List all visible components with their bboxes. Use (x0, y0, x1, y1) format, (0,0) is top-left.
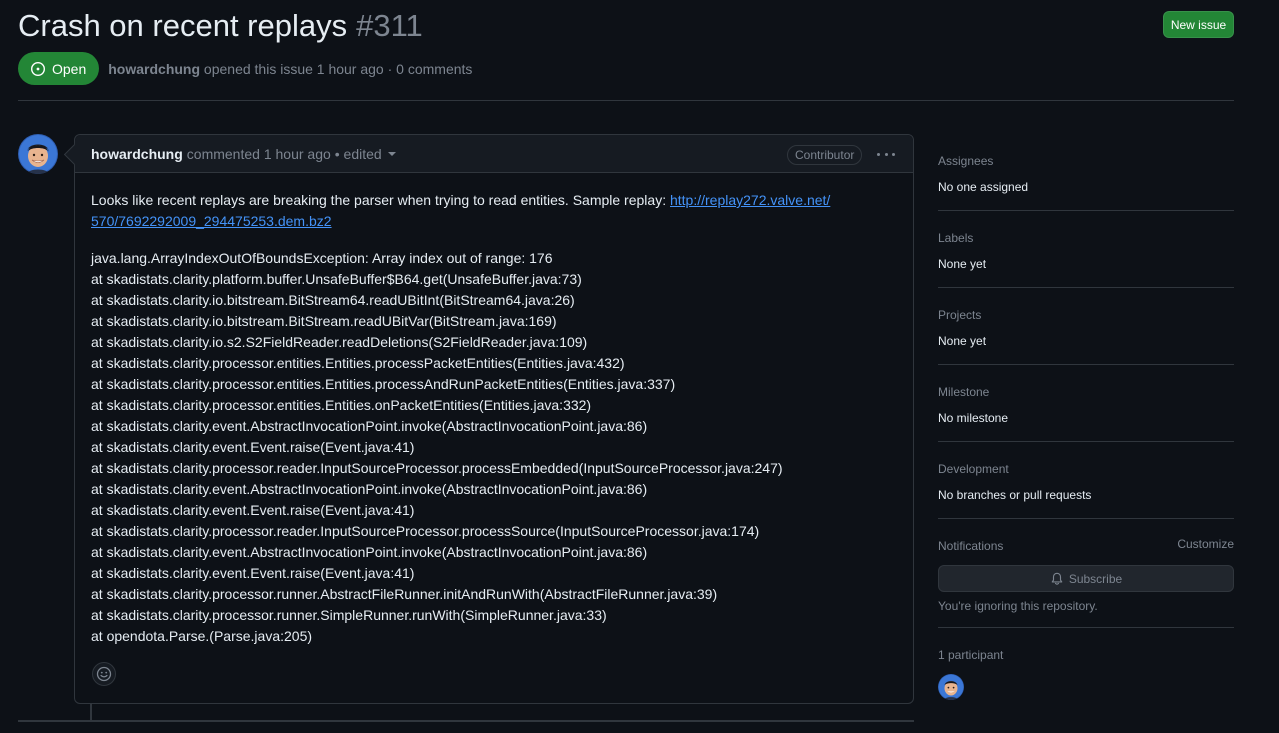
smiley-icon (96, 666, 112, 682)
development-value: No branches or pull requests (938, 488, 1092, 502)
avatar-image (18, 134, 58, 174)
issue-title: Crash on recent replays (18, 8, 348, 43)
sample-replay-link[interactable]: http://replay272.valve.net/ (670, 192, 830, 208)
assignees-value: No one assigned (938, 180, 1029, 194)
stack-trace-line: at skadistats.clarity.event.AbstractInvo… (91, 544, 648, 560)
sidebar-development[interactable]: Development No branches or pull requests (938, 460, 1234, 504)
sidebar-divider (938, 627, 1234, 628)
state-badge: Open (18, 52, 100, 85)
stack-trace-line: at opendota.Parse.(Parse.java:205) (91, 628, 313, 644)
sidebar-divider (938, 441, 1234, 442)
triangle-down-icon[interactable] (387, 151, 396, 156)
stack-trace-line: at skadistats.clarity.event.Event.raise(… (91, 439, 415, 455)
comment-timestamp[interactable]: commented 1 hour ago (187, 146, 331, 162)
sidebar-notifications: Notifications Customize Subscribe You're… (938, 537, 1234, 617)
sidebar-divider (938, 518, 1234, 519)
state-label: Open (52, 60, 87, 77)
timeline-divider (18, 720, 914, 722)
kebab-dot (892, 152, 895, 156)
stack-trace-line: at skadistats.clarity.processor.reader.I… (91, 460, 783, 476)
stack-trace-line: at skadistats.clarity.processor.entities… (91, 355, 625, 371)
participants-heading: 1 participant (938, 648, 1004, 662)
subscribe-label: Subscribe (1068, 571, 1123, 586)
issue-title-row: Crash on recent replays #311 (18, 8, 423, 44)
issue-comment: howardchung commented 1 hour ago • edite… (74, 134, 914, 704)
comment-edited[interactable]: • edited (335, 146, 382, 162)
sidebar-assignees[interactable]: Assignees No one assigned (938, 152, 1234, 196)
comment-header: howardchung commented 1 hour ago • edite… (75, 135, 913, 173)
participant-avatar[interactable] (938, 674, 964, 700)
sidebar-labels[interactable]: Labels None yet (938, 229, 1234, 273)
sidebar-projects[interactable]: Projects None yet (938, 306, 1234, 350)
stack-trace-line: at skadistats.clarity.processor.entities… (91, 397, 592, 413)
comment-intro-paragraph: Looks like recent replays are breaking t… (91, 190, 899, 232)
stack-trace-line: at skadistats.clarity.io.s2.S2FieldReade… (91, 334, 588, 350)
stack-trace-line: java.lang.ArrayIndexOutOfBoundsException… (91, 250, 553, 266)
stack-trace-line: at skadistats.clarity.processor.runner.A… (91, 586, 718, 602)
sidebar-divider (938, 210, 1234, 211)
subscribe-button[interactable]: Subscribe (938, 565, 1234, 592)
issue-meta-suffix: opened this issue 1 hour ago · 0 comment… (203, 60, 473, 77)
issue-meta: Open howardchung opened this issue 1 hou… (18, 52, 472, 85)
milestone-value: No milestone (938, 411, 1009, 425)
milestone-heading[interactable]: Milestone (938, 383, 1234, 401)
projects-heading[interactable]: Projects (938, 306, 1234, 324)
sample-replay-link-continued[interactable]: 570/7692292009_294475253.dem.bz2 (91, 213, 332, 229)
customize-link[interactable]: Customize (1177, 537, 1234, 551)
contributor-badge: Contributor (787, 145, 863, 165)
sidebar-milestone[interactable]: Milestone No milestone (938, 383, 1234, 427)
kebab-dot (884, 152, 888, 156)
labels-heading[interactable]: Labels (938, 229, 1234, 247)
assignees-heading[interactable]: Assignees (938, 152, 1234, 170)
sidebar-participants: 1 participant (938, 646, 1234, 664)
stack-trace-line: at skadistats.clarity.event.Event.raise(… (91, 502, 415, 518)
avatar[interactable] (18, 134, 58, 174)
comment-author-link[interactable]: howardchung (91, 146, 183, 162)
stack-trace-line: at skadistats.clarity.processor.reader.I… (91, 523, 760, 539)
stack-trace-line: at skadistats.clarity.processor.runner.S… (91, 607, 607, 623)
labels-value: None yet (938, 257, 987, 271)
issue-author-link[interactable]: howardchung (108, 61, 200, 77)
stack-trace-line: at skadistats.clarity.platform.buffer.Un… (91, 271, 582, 287)
issue-number: #311 (356, 8, 423, 43)
participant-avatar-image (938, 674, 964, 700)
stack-trace-line: at skadistats.clarity.event.AbstractInvo… (91, 418, 648, 434)
timeline-connector (90, 704, 92, 720)
comment-options-button[interactable] (875, 144, 897, 164)
sidebar-divider (938, 364, 1234, 365)
header-divider (18, 100, 1234, 101)
issue-meta-text: howardchung opened this issue 1 hour ago… (108, 61, 472, 77)
stack-trace-line: at skadistats.clarity.io.bitstream.BitSt… (91, 292, 575, 308)
kebab-horizontal-icon (877, 152, 880, 156)
stack-trace: java.lang.ArrayIndexOutOfBoundsException… (91, 248, 899, 647)
bell-icon (1051, 572, 1063, 585)
issue-opened-icon (30, 61, 46, 76)
sidebar-divider (938, 287, 1234, 288)
add-reaction-button[interactable] (92, 662, 116, 686)
stack-trace-line: at skadistats.clarity.io.bitstream.BitSt… (91, 313, 557, 329)
stack-trace-line: at skadistats.clarity.event.Event.raise(… (91, 565, 415, 581)
stack-trace-line: at skadistats.clarity.processor.entities… (91, 376, 676, 392)
issue-page: Crash on recent replays #311 New issue O… (0, 0, 1279, 733)
comment-intro-text: Looks like recent replays are breaking t… (91, 192, 670, 208)
development-heading[interactable]: Development (938, 460, 1234, 478)
stack-trace-line: at skadistats.clarity.event.AbstractInvo… (91, 481, 648, 497)
new-issue-button[interactable]: New issue (1163, 11, 1234, 38)
notification-status: You're ignoring this repository. (938, 599, 1098, 613)
projects-value: None yet (938, 334, 987, 348)
comment-body: Looks like recent replays are breaking t… (91, 190, 899, 647)
